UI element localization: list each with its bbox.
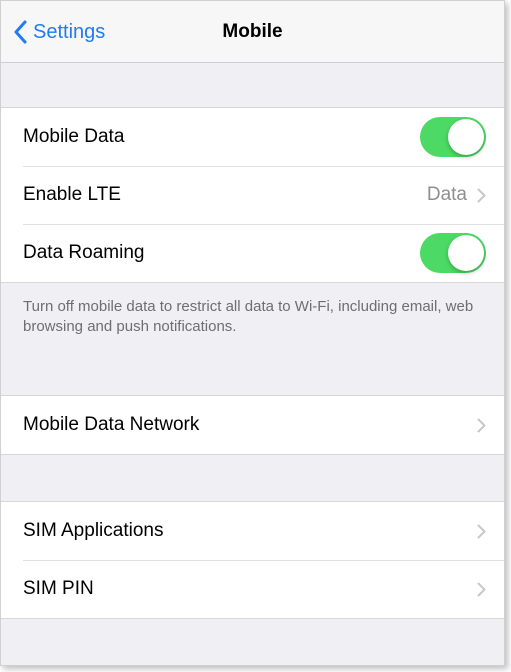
- enable-lte-row[interactable]: Enable LTE Data: [1, 166, 504, 224]
- network-group: Mobile Data Network: [1, 395, 504, 455]
- chevron-right-icon: [477, 418, 486, 433]
- sim-applications-label: SIM Applications: [23, 520, 164, 541]
- sim-pin-row[interactable]: SIM PIN: [1, 560, 504, 618]
- settings-screen: Settings Mobile Mobile Data Enable LTE D…: [0, 0, 505, 666]
- mobile-data-row: Mobile Data: [1, 108, 504, 166]
- cellular-options-group: Mobile Data Enable LTE Data Data Roaming: [1, 107, 504, 283]
- toggle-knob: [448, 235, 484, 271]
- sim-pin-label: SIM PIN: [23, 578, 94, 599]
- page-title: Mobile: [1, 17, 504, 47]
- data-roaming-row: Data Roaming: [1, 224, 504, 282]
- mobile-data-toggle[interactable]: [420, 117, 486, 157]
- enable-lte-value: Data: [426, 184, 467, 205]
- mobile-data-footer-note: Turn off mobile data to restrict all dat…: [23, 298, 474, 335]
- toggle-knob: [448, 119, 484, 155]
- enable-lte-label: Enable LTE: [23, 184, 121, 205]
- data-roaming-toggle[interactable]: [420, 233, 486, 273]
- mobile-data-label: Mobile Data: [23, 126, 125, 147]
- sim-applications-row[interactable]: SIM Applications: [1, 502, 504, 560]
- mobile-data-network-label: Mobile Data Network: [23, 414, 200, 435]
- chevron-right-icon: [477, 582, 486, 597]
- mobile-data-network-row[interactable]: Mobile Data Network: [1, 396, 504, 454]
- chevron-right-icon: [477, 188, 486, 203]
- chevron-right-icon: [477, 524, 486, 539]
- page-title-text: Mobile: [222, 21, 283, 42]
- navigation-bar: Settings Mobile: [1, 1, 504, 63]
- data-roaming-label: Data Roaming: [23, 242, 145, 263]
- sim-group: SIM Applications SIM PIN: [1, 501, 504, 619]
